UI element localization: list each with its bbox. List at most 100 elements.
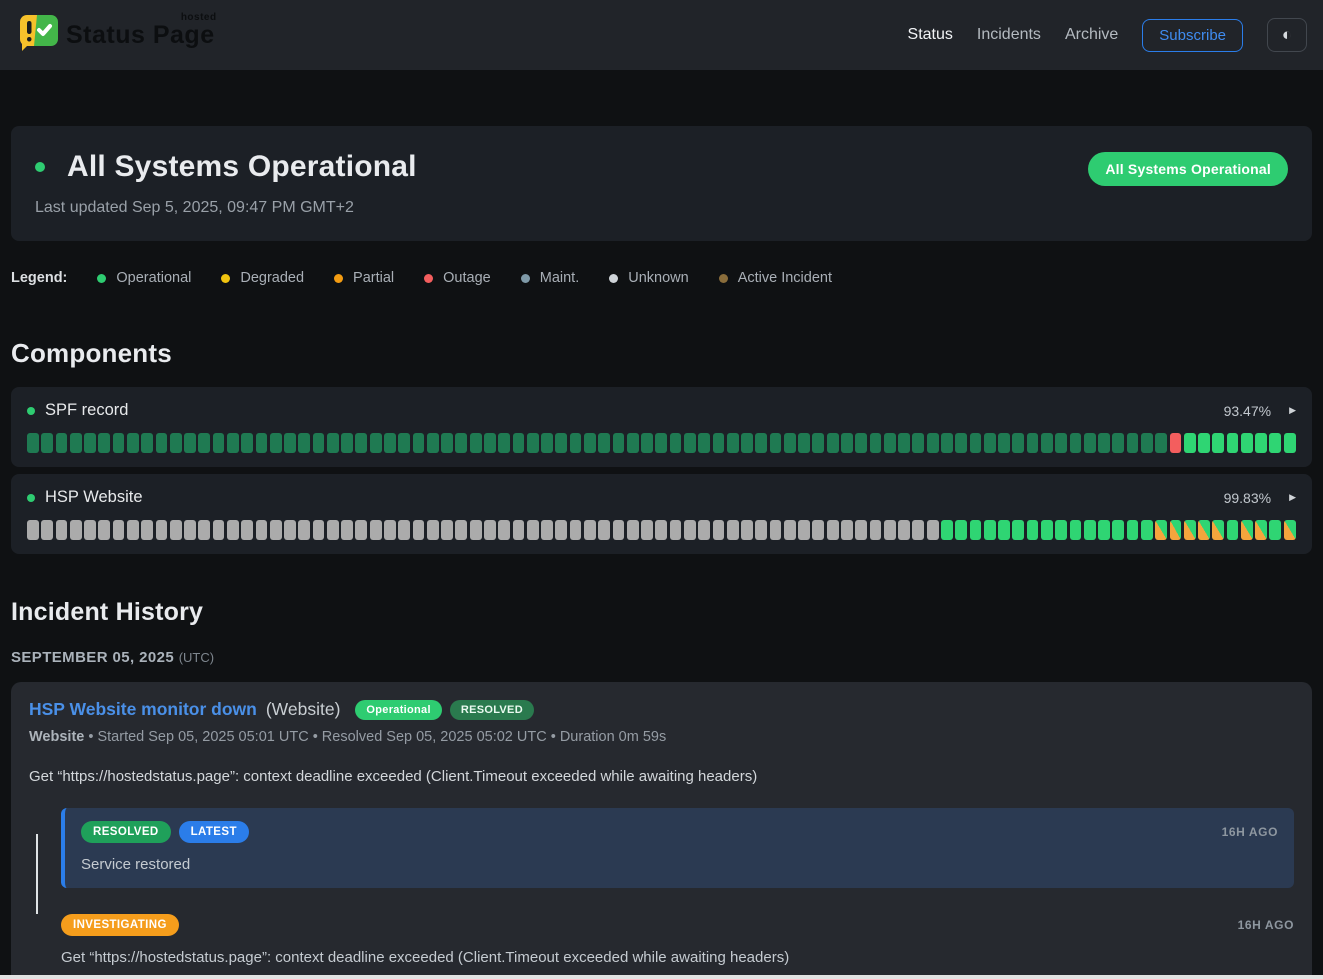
incident-title-link[interactable]: HSP Website monitor down xyxy=(29,699,257,720)
uptime-bar-nodata xyxy=(398,520,410,540)
components-list: SPF record 93.47% ▶ HSP Website 99.83%▶ xyxy=(11,387,1312,554)
legend-dot-icon xyxy=(334,274,343,283)
uptime-bar-nodata xyxy=(598,520,610,540)
legend-dot-icon xyxy=(221,274,230,283)
uptime-bar-up-muted xyxy=(56,433,68,453)
expand-caret-icon[interactable]: ▶ xyxy=(1289,405,1296,416)
uptime-bar-up-muted xyxy=(1084,433,1096,453)
nav-link-status[interactable]: Status xyxy=(908,26,953,44)
uptime-bar-nodata xyxy=(256,520,268,540)
uptime-bar-up-muted xyxy=(1027,433,1039,453)
uptime-bar-up-muted xyxy=(327,433,339,453)
legend-item-label: Operational xyxy=(116,270,191,286)
uptime-bar-up-muted xyxy=(998,433,1010,453)
uptime-bar-up-muted xyxy=(855,433,867,453)
uptime-bar-up-muted xyxy=(884,433,896,453)
uptime-bar-up xyxy=(1027,520,1039,540)
uptime-bar-up-muted xyxy=(755,433,767,453)
uptime-bar-nodata xyxy=(527,520,539,540)
uptime-bar-up-muted xyxy=(598,433,610,453)
uptime-bar-nodata xyxy=(441,520,453,540)
uptime-bar-nodata xyxy=(284,520,296,540)
uptime-bar-up-muted xyxy=(141,433,153,453)
uptime-bar-nodata xyxy=(698,520,710,540)
theme-toggle-button[interactable]: ◐ xyxy=(1267,18,1307,52)
uptime-bar-nodata xyxy=(56,520,68,540)
uptime-bar-up-muted xyxy=(256,433,268,453)
expand-caret-icon[interactable]: ▶ xyxy=(1289,492,1296,503)
uptime-bar-nodata xyxy=(884,520,896,540)
incident-component-suffix: (Website) xyxy=(266,699,341,720)
timeline-entry-content: INVESTIGATING16H AGOGet “https://hosteds… xyxy=(61,914,1294,966)
uptime-bar-nodata xyxy=(741,520,753,540)
nav-link-incidents[interactable]: Incidents xyxy=(977,26,1041,44)
uptime-bar-up-muted xyxy=(798,433,810,453)
timeline-entry-time: 16H AGO xyxy=(1222,825,1278,839)
uptime-bar-nodata xyxy=(41,520,53,540)
uptime-bar-nodata xyxy=(912,520,924,540)
uptime-bar-up-muted xyxy=(370,433,382,453)
legend-item-label: Maint. xyxy=(540,270,580,286)
uptime-bar-up-muted xyxy=(827,433,839,453)
timeline-dot-column xyxy=(29,914,45,966)
uptime-bar-up-muted xyxy=(98,433,110,453)
uptime-bar-up-muted xyxy=(498,433,510,453)
uptime-bar-up-muted xyxy=(1098,433,1110,453)
uptime-bar-up-muted xyxy=(1055,433,1067,453)
timeline-entry-message: Get “https://hostedstatus.page”: context… xyxy=(61,949,1294,966)
component-name: SPF record xyxy=(45,401,128,420)
uptime-bar-up-muted xyxy=(1041,433,1053,453)
component-name: HSP Website xyxy=(45,488,143,507)
badge-resolved: RESOLVED xyxy=(450,700,534,720)
legend-item-label: Unknown xyxy=(628,270,688,286)
badge-operational: Operational xyxy=(355,700,441,720)
legend-item-operational: Operational xyxy=(97,270,191,286)
uptime-bar-up-muted xyxy=(927,433,939,453)
uptime-bar-up-muted xyxy=(513,433,525,453)
uptime-bar-up xyxy=(998,520,1010,540)
uptime-bar-nodata xyxy=(755,520,767,540)
uptime-bar-nodata xyxy=(713,520,725,540)
uptime-bar-up-muted xyxy=(1012,433,1024,453)
overall-status-badge: All Systems Operational xyxy=(1088,152,1288,186)
brand-logo[interactable]: Status Page hosted xyxy=(16,11,217,60)
uptime-bar-up xyxy=(1284,433,1296,453)
uptime-bars xyxy=(27,520,1296,540)
uptime-bar-nodata xyxy=(870,520,882,540)
uptime-bar-up-muted xyxy=(341,433,353,453)
uptime-bar-nodata xyxy=(770,520,782,540)
status-page-logo-icon xyxy=(16,11,58,60)
uptime-bar-nodata xyxy=(213,520,225,540)
uptime-bar-partial xyxy=(1212,520,1224,540)
uptime-bar-nodata xyxy=(455,520,467,540)
legend-item-label: Active Incident xyxy=(738,270,832,286)
uptime-bar-up xyxy=(984,520,996,540)
component-header-right: 99.83%▶ xyxy=(1224,490,1296,506)
uptime-bar-nodata xyxy=(198,520,210,540)
uptime-bar-up-muted xyxy=(455,433,467,453)
timeline-entry-time: 16H AGO xyxy=(1238,918,1294,932)
uptime-bar-up-muted xyxy=(655,433,667,453)
incident-timeline: RESOLVEDLATEST16H AGOService restoredINV… xyxy=(29,808,1294,966)
uptime-bar-up-muted xyxy=(413,433,425,453)
uptime-bar-up xyxy=(1184,433,1196,453)
subscribe-button[interactable]: Subscribe xyxy=(1142,19,1243,52)
uptime-bar-partial xyxy=(1284,520,1296,540)
uptime-bar-up-muted xyxy=(41,433,53,453)
uptime-bar-nodata xyxy=(184,520,196,540)
uptime-bar-up-muted xyxy=(627,433,639,453)
uptime-bar-up-muted xyxy=(541,433,553,453)
nav-link-archive[interactable]: Archive xyxy=(1065,26,1118,44)
timeline-entry: INVESTIGATING16H AGOGet “https://hosteds… xyxy=(29,914,1294,966)
uptime-bar-nodata xyxy=(670,520,682,540)
component-uptime-percent: 93.47% xyxy=(1224,403,1271,419)
legend-item-maint-: Maint. xyxy=(521,270,580,286)
uptime-bar-up-muted xyxy=(984,433,996,453)
uptime-bar-nodata xyxy=(541,520,553,540)
nav-links: Status Incidents Archive xyxy=(908,26,1119,44)
uptime-bar-up-muted xyxy=(484,433,496,453)
uptime-bar-up xyxy=(1269,520,1281,540)
uptime-bar-up-muted xyxy=(584,433,596,453)
uptime-bar-up-muted xyxy=(313,433,325,453)
uptime-bar-up xyxy=(1212,433,1224,453)
